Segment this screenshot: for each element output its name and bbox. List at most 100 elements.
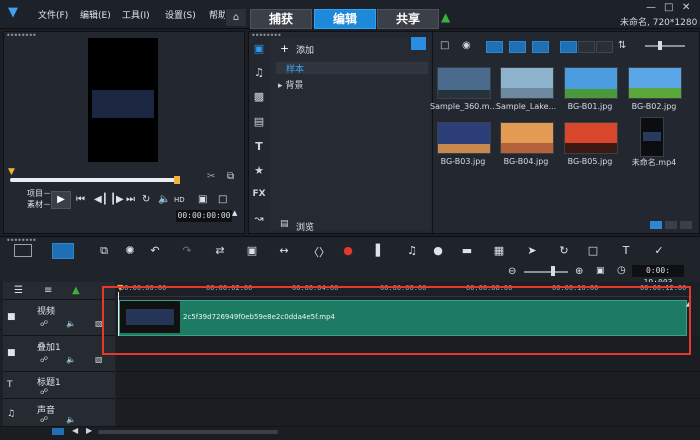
crop-icon[interactable]: □	[218, 194, 227, 205]
mute-icon[interactable]: 🔈	[66, 319, 76, 328]
sort-icon[interactable]: ⇅	[618, 40, 626, 51]
title-tool-icon[interactable]: T	[618, 244, 634, 257]
color-icon[interactable]: ●	[430, 244, 446, 257]
minimize-icon[interactable]: —	[646, 2, 656, 13]
record-voice-icon[interactable]: ●	[340, 244, 356, 257]
voice-track-row[interactable]	[117, 399, 700, 427]
thumb-sample-360[interactable]	[437, 67, 491, 99]
audio-mixer-icon[interactable]: ▌	[372, 244, 388, 257]
thumb-bg-b03[interactable]	[437, 122, 491, 154]
close-icon[interactable]: ✕	[682, 2, 690, 13]
zoom-in-icon[interactable]: ⊕	[575, 266, 583, 277]
view-grid-button[interactable]	[596, 41, 613, 53]
filter-audio-button[interactable]	[532, 41, 549, 53]
menu-tools[interactable]: 工具(I)	[122, 8, 150, 21]
copy-icon[interactable]: ⧉	[227, 171, 234, 182]
home-start-icon[interactable]: ⏮	[76, 194, 85, 205]
instant-project-icon[interactable]: ♫	[252, 66, 266, 79]
scroll-right-icon[interactable]: ▶	[86, 426, 92, 435]
play-icon[interactable]: ▶	[51, 191, 71, 209]
aspect-ratio-icon[interactable]: ▣	[198, 194, 207, 205]
hd-icon[interactable]: HD	[174, 196, 185, 204]
mode-project[interactable]: 项目－	[27, 188, 51, 199]
motion-icon[interactable]: ▬	[459, 244, 475, 257]
add-track-icon[interactable]: ▲	[72, 285, 80, 296]
loop-icon[interactable]: ↻	[556, 244, 572, 257]
zoom-handle[interactable]	[551, 266, 555, 276]
next-frame-icon[interactable]: ┃▶	[110, 194, 124, 205]
link-icon[interactable]: ☍	[40, 355, 48, 364]
timecode-stepper-icon[interactable]: ▲	[232, 209, 237, 217]
tab-share[interactable]: 共享	[377, 9, 439, 29]
upload-arrow-icon[interactable]: ▲	[441, 10, 450, 24]
view-list-button[interactable]	[560, 41, 577, 53]
view-small-icon[interactable]	[650, 221, 662, 229]
scroll-left-icon[interactable]: ◀	[72, 426, 78, 435]
link-icon[interactable]: ☍	[40, 387, 48, 396]
thumb-bg-b02[interactable]	[628, 67, 682, 99]
smart-tools-icon[interactable]: ✺	[122, 244, 138, 257]
screen-icon[interactable]: ▣	[244, 244, 260, 257]
undo-icon[interactable]: ↶	[147, 244, 163, 257]
menu-file[interactable]: 文件(F)	[38, 8, 68, 21]
menu-edit[interactable]: 编辑(E)	[80, 8, 111, 21]
repeat-icon[interactable]: ↻	[142, 194, 150, 205]
cut-icon[interactable]: ✂	[207, 171, 215, 182]
filter-video-button[interactable]	[486, 41, 503, 53]
browse-icon[interactable]: ▤	[280, 219, 289, 229]
stretch-icon[interactable]: 〈〉	[308, 244, 330, 260]
lock-icon[interactable]: ▧	[95, 355, 103, 364]
grid-icon[interactable]: ▦	[491, 244, 507, 257]
zoom-slider[interactable]	[524, 271, 568, 273]
menu-help[interactable]: 帮助	[209, 8, 225, 21]
text-icon[interactable]: T	[252, 140, 266, 153]
fit-icon[interactable]: ↔	[276, 244, 292, 257]
thumb-bg-b01[interactable]	[564, 67, 618, 99]
scrub-bar[interactable]	[10, 178, 178, 182]
end-icon[interactable]: ⏭	[126, 194, 135, 205]
graphics-icon[interactable]: ★	[252, 164, 266, 177]
link-icon[interactable]: ☍	[40, 319, 48, 328]
paint-icon[interactable]: ✓	[651, 244, 667, 257]
title-track-row[interactable]	[117, 372, 700, 399]
storyboard-view-icon[interactable]	[14, 244, 32, 257]
redo-icon[interactable]: ↷	[179, 244, 195, 257]
thumb-bg-b04[interactable]	[500, 122, 554, 154]
fx-icon[interactable]: FX	[252, 189, 266, 199]
folder-icon[interactable]: □	[440, 40, 449, 51]
mode-clip[interactable]: 素材－	[27, 199, 51, 210]
mute-icon[interactable]: 🔈	[66, 355, 76, 364]
media-icon[interactable]: ▣	[252, 42, 266, 55]
volume-icon[interactable]: 🔈	[158, 194, 170, 205]
folder-sample[interactable]: 样本	[276, 62, 428, 75]
thumb-size-slider[interactable]	[645, 45, 685, 47]
thumb-sample-lake[interactable]	[500, 67, 554, 99]
mask-icon[interactable]: □	[585, 244, 601, 257]
speed-icon[interactable]: ➤	[524, 244, 540, 257]
thumb-unnamed-mp4[interactable]	[640, 117, 664, 157]
view-large-icon[interactable]	[665, 221, 677, 229]
chapter-icon[interactable]: ≡	[44, 285, 52, 296]
timeline-view-icon[interactable]	[52, 243, 74, 259]
add-folder-button[interactable]: 添加	[296, 43, 314, 56]
thumb-size-handle[interactable]	[658, 41, 662, 50]
thumb-bg-b05[interactable]	[564, 122, 618, 154]
clip-copy-icon[interactable]: ⧉	[96, 244, 112, 258]
folder-background[interactable]: ▸ 背景	[278, 78, 303, 91]
zoom-out-icon[interactable]: ⊖	[508, 266, 516, 277]
prev-frame-icon[interactable]: ◀┃	[94, 194, 108, 205]
filter-photo-button[interactable]	[509, 41, 526, 53]
auto-music-icon[interactable]: ♫	[404, 244, 420, 257]
preview-timecode[interactable]: 00:00:00:00	[176, 210, 232, 222]
link-icon[interactable]: ☍	[40, 415, 48, 424]
split-icon[interactable]: ⇄	[212, 244, 228, 257]
trim-start-marker[interactable]: ▼	[8, 167, 15, 177]
title-icon[interactable]: ▤	[252, 115, 266, 128]
transition-icon[interactable]: ▩	[252, 90, 266, 103]
mute-icon[interactable]: 🔈	[66, 415, 76, 424]
pin-icon[interactable]	[411, 37, 426, 50]
fit-timeline-icon[interactable]: ▣	[596, 266, 605, 276]
tab-capture[interactable]: 捕获	[250, 9, 312, 29]
tab-edit[interactable]: 编辑	[314, 9, 376, 29]
home-icon[interactable]: ⌂	[226, 9, 246, 26]
